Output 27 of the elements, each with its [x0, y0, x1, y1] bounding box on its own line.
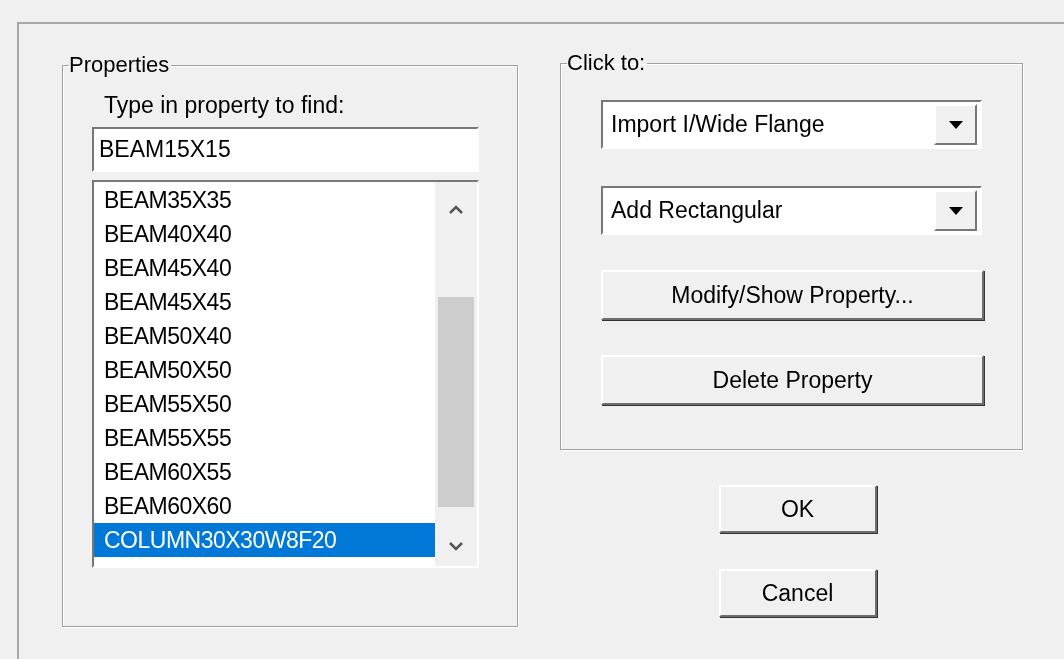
action-button[interactable]: Delete Property — [601, 355, 984, 405]
group-title: Properties — [69, 52, 171, 78]
list-item[interactable]: BEAM35X35 — [94, 183, 435, 217]
dropdown-arrow-icon — [948, 206, 963, 215]
list-item[interactable]: BEAM45X45 — [94, 285, 435, 319]
group-title: Click to: — [567, 50, 647, 76]
list-item[interactable]: BEAM55X55 — [94, 421, 435, 455]
dropdown-arrow-icon — [948, 120, 963, 129]
cancel-button[interactable]: Cancel — [718, 569, 877, 617]
scroll-up-icon[interactable] — [448, 204, 464, 214]
list-item[interactable]: BEAM45X40 — [94, 251, 435, 285]
list-item[interactable]: BEAM60X60 — [94, 489, 435, 523]
dropdown[interactable]: Import I/Wide Flange — [601, 100, 982, 149]
list-item[interactable]: COLUMN30X30W8F20 — [94, 523, 435, 557]
search-field[interactable]: BEAM15X15 — [92, 127, 479, 172]
search-label: Type in property to find: — [104, 92, 345, 119]
list-item[interactable]: BEAM55X50 — [94, 387, 435, 421]
action-button[interactable]: Modify/Show Property... — [601, 270, 984, 320]
list-item[interactable]: BEAM50X50 — [94, 353, 435, 387]
scrollbar[interactable] — [435, 182, 477, 566]
dropdown[interactable]: Add Rectangular — [601, 186, 982, 235]
list-item[interactable]: BEAM50X40 — [94, 319, 435, 353]
scroll-thumb[interactable] — [438, 297, 474, 507]
scroll-down-icon[interactable] — [448, 542, 464, 552]
list-item[interactable]: BEAM40X40 — [94, 217, 435, 251]
ok-button[interactable]: OK — [718, 485, 877, 533]
list-item[interactable]: BEAM60X55 — [94, 455, 435, 489]
